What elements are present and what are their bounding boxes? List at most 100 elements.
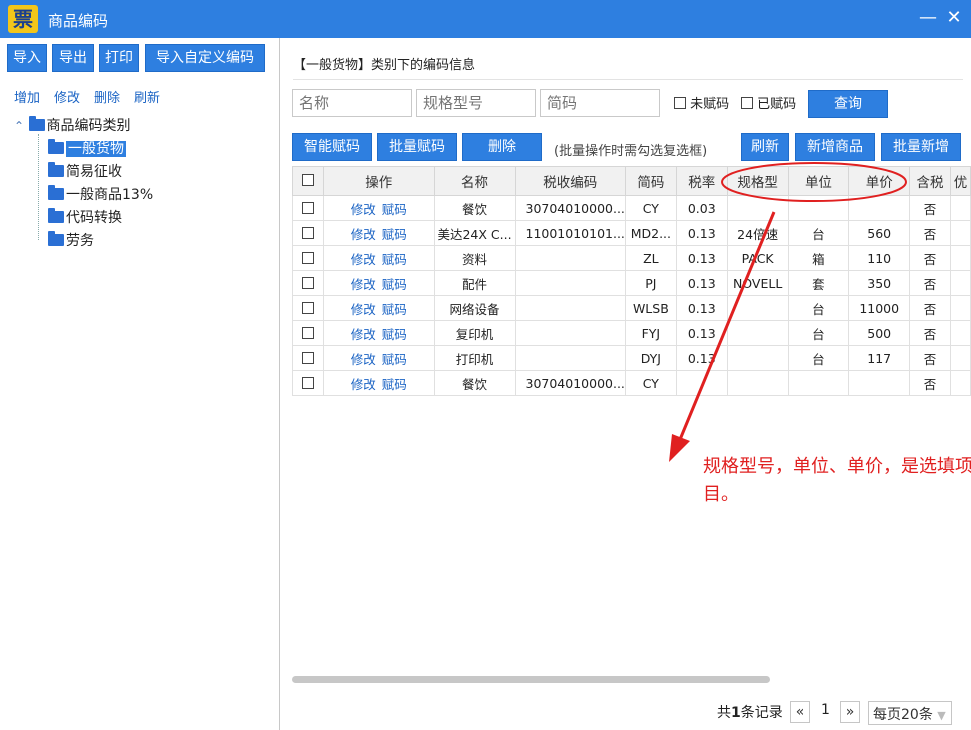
edit-link[interactable]: 修改: [54, 87, 80, 106]
row-select-cell[interactable]: [292, 295, 324, 321]
assign-row-link[interactable]: 赋码: [382, 227, 407, 242]
cell-short-code: CY: [624, 370, 677, 396]
tree-item-simple-levy[interactable]: 简易征收: [48, 161, 122, 181]
table-row[interactable]: 修改 赋码 美达24X C... 11001010101... MD2... 0.13 24…: [292, 220, 971, 246]
edit-row-link[interactable]: 修改: [351, 302, 376, 317]
print-button[interactable]: 打印: [99, 44, 139, 72]
edit-row-link[interactable]: 修改: [351, 327, 376, 342]
cell-name: 网络设备: [433, 295, 516, 321]
assign-row-link[interactable]: 赋码: [382, 252, 407, 267]
edit-row-link[interactable]: 修改: [351, 252, 376, 267]
table-row[interactable]: 修改 赋码 资料 ZL 0.13 PACK 箱 110 否: [292, 245, 971, 271]
row-checkbox[interactable]: [301, 301, 314, 314]
smart-assign-button[interactable]: 智能赋码: [292, 133, 372, 161]
table-row[interactable]: 修改 赋码 网络设备 WLSB 0.13 台 11000 否: [292, 295, 971, 321]
table-row[interactable]: 修改 赋码 复印机 FYJ 0.13 台 500 否: [292, 320, 971, 346]
import-button[interactable]: 导入: [7, 44, 47, 72]
table-row[interactable]: 修改 赋码 配件 PJ 0.13 NOVELL 套 350 否: [292, 270, 971, 296]
row-checkbox[interactable]: [301, 351, 314, 364]
assign-row-link[interactable]: 赋码: [382, 302, 407, 317]
collapse-icon[interactable]: ⌃: [14, 119, 24, 133]
cell-tax-rate: 0.13: [675, 320, 728, 346]
import-custom-code-button[interactable]: 导入自定义编码: [145, 44, 265, 72]
row-select-cell[interactable]: [292, 195, 324, 221]
row-select-cell[interactable]: [292, 370, 324, 396]
cell-spec: NOVELL: [726, 270, 789, 296]
header-price: 单价: [848, 166, 911, 196]
assign-row-link[interactable]: 赋码: [382, 277, 407, 292]
row-checkbox[interactable]: [301, 251, 314, 264]
close-button[interactable]: ✕: [942, 6, 966, 30]
cell-unit: [787, 195, 850, 221]
select-all-checkbox[interactable]: [301, 174, 314, 186]
select-all-cell[interactable]: [292, 166, 324, 196]
row-checkbox[interactable]: [301, 201, 314, 214]
row-select-cell[interactable]: [292, 245, 324, 271]
spec-search-input[interactable]: [416, 89, 536, 117]
cell-tax-rate: 0.13: [675, 295, 728, 321]
cell-preferential: [949, 245, 971, 271]
cell-spec: [726, 345, 789, 371]
batch-add-button[interactable]: 批量新增: [881, 133, 961, 161]
horizontal-scrollbar[interactable]: [292, 676, 770, 683]
tree-item-general-goods[interactable]: 一般货物: [48, 138, 126, 158]
edit-row-link[interactable]: 修改: [351, 277, 376, 292]
minimize-button[interactable]: —: [916, 6, 940, 30]
page-size-select[interactable]: 每页20条 ▼: [868, 701, 952, 725]
assign-row-link[interactable]: 赋码: [382, 352, 407, 367]
cell-tax-included: 否: [909, 320, 951, 346]
assign-row-link[interactable]: 赋码: [382, 327, 407, 342]
edit-row-link[interactable]: 修改: [351, 202, 376, 217]
table-row[interactable]: 修改 赋码 餐饮 30704010000... CY 0.03 否: [292, 195, 971, 221]
unassigned-filter[interactable]: 未赋码: [674, 93, 729, 112]
next-page-button[interactable]: »: [840, 701, 860, 723]
assigned-checkbox[interactable]: [741, 97, 753, 109]
record-total: 1: [731, 705, 741, 721]
tree-item-label: 简易征收: [66, 164, 122, 180]
row-select-cell[interactable]: [292, 320, 324, 346]
add-link[interactable]: 增加: [14, 87, 40, 106]
export-button[interactable]: 导出: [52, 44, 94, 72]
code-search-input[interactable]: [540, 89, 660, 117]
tree-item-general-13[interactable]: 一般商品13%: [48, 184, 153, 204]
edit-row-link[interactable]: 修改: [351, 377, 376, 392]
batch-assign-button[interactable]: 批量赋码: [377, 133, 457, 161]
row-select-cell[interactable]: [292, 270, 324, 296]
refresh-button[interactable]: 刷新: [741, 133, 789, 161]
edit-row-link[interactable]: 修改: [351, 352, 376, 367]
row-select-cell[interactable]: [292, 345, 324, 371]
category-info: 【一般货物】类别下的编码信息: [293, 58, 476, 73]
assigned-filter[interactable]: 已赋码: [741, 93, 796, 112]
table-row[interactable]: 修改 赋码 餐饮 30704010000... CY 否: [292, 370, 971, 396]
query-button[interactable]: 查询: [808, 90, 888, 118]
header-spec: 规格型: [726, 166, 789, 196]
table-row[interactable]: 修改 赋码 打印机 DYJ 0.13 台 117 否: [292, 345, 971, 371]
row-checkbox[interactable]: [301, 326, 314, 339]
row-select-cell[interactable]: [292, 220, 324, 246]
cell-name: 餐饮: [433, 370, 516, 396]
delete-link[interactable]: 删除: [94, 87, 120, 106]
row-checkbox[interactable]: [301, 226, 314, 239]
tree-item-label: 劳务: [66, 233, 94, 249]
edit-row-link[interactable]: 修改: [351, 227, 376, 242]
tree-item-code-conversion[interactable]: 代码转换: [48, 207, 122, 227]
row-checkbox[interactable]: [301, 376, 314, 389]
prev-page-button[interactable]: «: [790, 701, 810, 723]
refresh-link[interactable]: 刷新: [134, 87, 160, 106]
name-search-input[interactable]: [292, 89, 412, 117]
cell-price: [848, 195, 911, 221]
delete-button[interactable]: 删除: [462, 133, 542, 161]
unassigned-checkbox[interactable]: [674, 97, 686, 109]
cell-name: 配件: [433, 270, 516, 296]
add-product-button[interactable]: 新增商品: [795, 133, 875, 161]
tree-root[interactable]: ⌃ 商品编码类别: [14, 115, 131, 135]
tree-item-labor[interactable]: 劳务: [48, 230, 94, 250]
cell-tax-rate: 0.13: [675, 345, 728, 371]
row-checkbox[interactable]: [301, 276, 314, 289]
assign-row-link[interactable]: 赋码: [382, 377, 407, 392]
header-tax-included: 含税: [909, 166, 951, 196]
cell-unit: 台: [787, 320, 850, 346]
header-tax-rate: 税率: [675, 166, 728, 196]
row-operations: 修改 赋码: [322, 220, 435, 246]
assign-row-link[interactable]: 赋码: [382, 202, 407, 217]
